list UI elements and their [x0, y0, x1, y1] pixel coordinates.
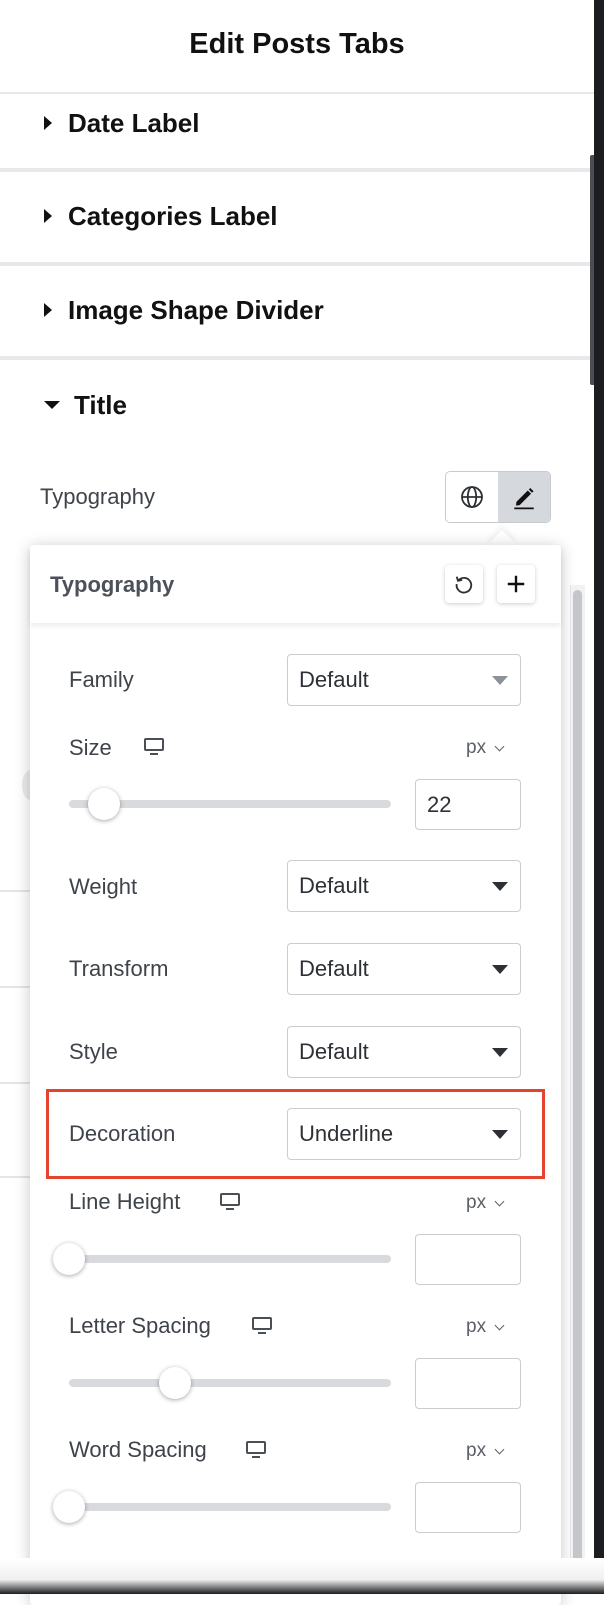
divider [0, 890, 30, 892]
style-label: Style [69, 1039, 118, 1064]
style-value: Default [299, 1039, 369, 1064]
size-value: 22 [427, 791, 452, 817]
letter-spacing-unit: px [466, 1316, 487, 1337]
word-spacing-unit: px [466, 1440, 487, 1461]
section-title[interactable]: Title [0, 362, 594, 448]
highlight-box [46, 1089, 545, 1179]
caret-right-icon [44, 303, 52, 317]
dropdown-arrow-icon [492, 965, 508, 974]
dropdown-arrow-icon [492, 882, 508, 891]
desktop-icon [144, 738, 164, 755]
typography-button-group [445, 471, 551, 523]
reset-button[interactable] [445, 565, 483, 603]
line-height-unit-select[interactable]: px [466, 1192, 505, 1214]
line-height-unit: px [466, 1192, 487, 1213]
section-image-shape-divider[interactable]: Image Shape Divider [0, 266, 594, 360]
divider [0, 1082, 30, 1084]
chevron-down-icon [494, 1196, 505, 1206]
letter-spacing-slider-track[interactable] [69, 1379, 391, 1387]
line-height-slider-handle[interactable] [53, 1243, 85, 1275]
panel-header: Edit Posts Tabs [0, 0, 594, 94]
global-typography-button[interactable] [446, 472, 498, 522]
dropdown-arrow-icon [492, 676, 508, 685]
dropdown-arrow-icon [492, 1048, 508, 1057]
size-slider-handle[interactable] [88, 788, 120, 820]
chevron-down-icon [494, 741, 505, 751]
chevron-down-icon [494, 1320, 505, 1330]
globe-icon [461, 486, 483, 508]
desktop-icon [220, 1193, 240, 1210]
line-height-label: Line Height [69, 1189, 181, 1214]
add-button[interactable] [497, 565, 535, 603]
letter-spacing-input[interactable] [415, 1358, 521, 1409]
letter-spacing-slider-handle[interactable] [159, 1367, 191, 1399]
style-select[interactable]: Default [287, 1026, 521, 1078]
typography-label: Typography [40, 484, 155, 509]
word-spacing-label: Word Spacing [69, 1437, 207, 1462]
weight-label: Weight [69, 874, 138, 899]
line-height-slider-track[interactable] [69, 1255, 391, 1263]
word-spacing-unit-select[interactable]: px [466, 1440, 505, 1462]
popover-scrollbar-thumb[interactable] [573, 590, 582, 1580]
reset-icon [455, 576, 473, 594]
section-label: Title [74, 389, 127, 420]
size-unit: px [466, 737, 487, 758]
family-value: Default [299, 667, 369, 692]
caret-right-icon [44, 209, 52, 223]
family-label: Family [69, 667, 134, 692]
section-categories-label[interactable]: Categories Label [0, 172, 594, 266]
caret-right-icon [44, 116, 52, 130]
chevron-down-icon [494, 1444, 505, 1454]
caret-down-icon [44, 401, 60, 409]
divider [0, 1176, 30, 1178]
transform-label: Transform [69, 956, 169, 981]
desktop-icon [252, 1317, 272, 1334]
size-unit-select[interactable]: px [466, 737, 505, 759]
letter-spacing-unit-select[interactable]: px [466, 1316, 505, 1338]
pencil-icon [514, 488, 534, 510]
line-height-input[interactable] [415, 1234, 521, 1285]
word-spacing-slider-handle[interactable] [53, 1491, 85, 1523]
divider [0, 986, 30, 988]
window-edge [594, 0, 604, 1594]
size-label: Size [69, 735, 112, 760]
section-label: Categories Label [68, 200, 278, 231]
family-select[interactable]: Default [287, 654, 521, 706]
section-date-label[interactable]: Date Label [0, 96, 594, 172]
section-label: Image Shape Divider [68, 294, 324, 325]
weight-value: Default [299, 873, 369, 898]
letter-spacing-label: Letter Spacing [69, 1313, 211, 1338]
edit-typography-button[interactable] [498, 472, 550, 522]
word-spacing-slider-track[interactable] [69, 1503, 391, 1511]
section-label: Date Label [68, 107, 200, 138]
plus-icon [507, 575, 525, 593]
popover-title: Typography [50, 572, 175, 597]
transform-value: Default [299, 956, 369, 981]
size-input[interactable]: 22 [415, 779, 521, 830]
window-bottom-edge [0, 1558, 604, 1594]
desktop-icon [246, 1441, 266, 1458]
panel-title: Edit Posts Tabs [189, 28, 405, 60]
transform-select[interactable]: Default [287, 943, 521, 995]
weight-select[interactable]: Default [287, 860, 521, 912]
word-spacing-input[interactable] [415, 1482, 521, 1533]
